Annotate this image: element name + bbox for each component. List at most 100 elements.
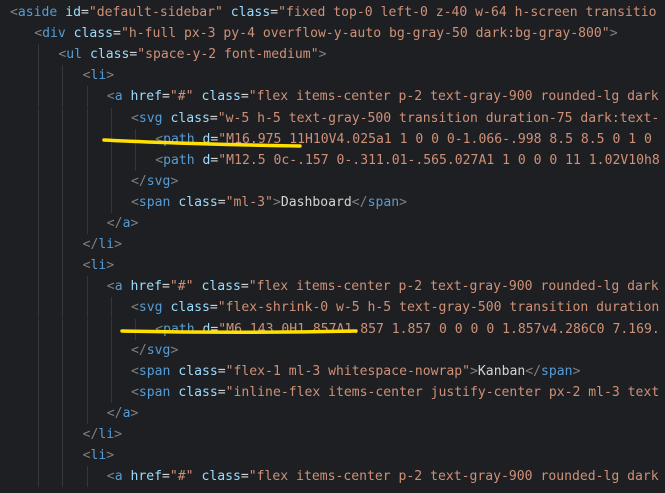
- code-token: >: [470, 363, 478, 379]
- code-line: </svg>: [0, 171, 665, 192]
- code-line: <span class="ml-3">Dashboard</span>: [0, 192, 665, 213]
- code-line: <path d="M16.975 11H10V4.025a1 1 0 0 0-1…: [0, 129, 665, 150]
- code-token: "h-full px-3 py-4 overflow-y-auto bg-gra…: [120, 26, 610, 42]
- code-line: </a>: [0, 403, 665, 424]
- code-token: =: [217, 384, 226, 400]
- code-token: >: [609, 26, 618, 42]
- code-line: <path d="M6.143 0H1.857A1.857 1.857 0 0 …: [0, 319, 665, 340]
- code-line: <div class="h-full px-3 py-4 overflow-y-…: [0, 23, 665, 44]
- code-line: <ul class="space-y-2 font-medium">: [0, 44, 665, 65]
- code-token: >: [170, 173, 179, 189]
- code-line: </a>: [0, 213, 665, 234]
- code-token: <: [106, 89, 115, 105]
- code-token: Kanban: [477, 363, 526, 379]
- code-token: </: [106, 405, 123, 421]
- code-token: "inline-flex items-center justify-center…: [225, 384, 660, 400]
- code-line: <svg class="flex-shrink-0 w-5 h-5 text-g…: [0, 297, 665, 318]
- code-token: aside: [17, 5, 58, 20]
- code-token: class: [178, 194, 218, 210]
- code-line: <a href="#" class="flex items-center p-2…: [0, 86, 665, 107]
- code-token: span: [138, 363, 171, 379]
- code-token: <: [131, 384, 139, 400]
- code-token: =: [113, 26, 121, 42]
- code-token: href: [130, 89, 163, 105]
- code-line: <li>: [0, 255, 665, 276]
- code-token: path: [163, 321, 195, 337]
- code-token: class: [89, 47, 130, 63]
- code-token: li: [98, 237, 115, 253]
- code-token: "#": [169, 89, 194, 105]
- code-token: ul: [66, 47, 83, 63]
- code-token: span: [138, 384, 171, 400]
- code-token: =: [162, 89, 170, 105]
- code-token: class: [201, 89, 241, 105]
- code-editor[interactable]: <aside id="default-sidebar" class="fixed…: [0, 0, 665, 493]
- code-token: "default-sidebar": [88, 5, 223, 20]
- code-token: "flex-shrink-0 w-5 h-5 text-gray-500 tra…: [217, 300, 660, 316]
- code-token: =: [162, 469, 170, 485]
- code-token: "#": [169, 279, 194, 295]
- code-token: div: [42, 26, 66, 42]
- code-token: =: [209, 110, 218, 126]
- code-token: "ml-3": [225, 194, 273, 210]
- code-token: =: [217, 194, 226, 210]
- code-token: </: [106, 216, 123, 231]
- code-token: "fixed top-0 left-0 z-40 w-64 h-screen t…: [278, 5, 657, 20]
- code-token: =: [240, 469, 249, 485]
- code-token: "space-y-2 font-medium": [137, 47, 319, 63]
- code-token: >: [130, 405, 139, 421]
- code-token: li: [90, 68, 107, 84]
- code-token: class: [201, 279, 241, 295]
- code-line: </li>: [0, 424, 665, 445]
- code-token: "M6.143 0H1.857A1.857 1.857 0 0 0 0 1.85…: [218, 321, 660, 337]
- code-token: li: [90, 258, 107, 274]
- code-token: class: [170, 110, 210, 126]
- code-token: <: [131, 300, 139, 316]
- code-line: <li>: [0, 65, 665, 86]
- code-token: >: [272, 194, 281, 210]
- code-line: <aside id="default-sidebar" class="fixed…: [0, 2, 665, 23]
- code-token: href: [130, 279, 163, 295]
- code-token: "flex items-center p-2 text-gray-900 rou…: [248, 89, 659, 105]
- code-token: class: [178, 363, 218, 379]
- code-token: =: [80, 5, 89, 20]
- code-token: "#": [169, 469, 194, 485]
- code-token: svg: [146, 342, 171, 358]
- code-token: span: [541, 363, 573, 379]
- code-line: </li>: [0, 234, 665, 255]
- code-token: <: [131, 194, 139, 210]
- code-token: </: [351, 194, 368, 210]
- code-line: <span class="flex-1 ml-3 whitespace-nowr…: [0, 361, 665, 382]
- code-token: =: [162, 279, 170, 295]
- code-token: <: [106, 469, 115, 485]
- code-token: "flex items-center p-2 text-gray-900 rou…: [248, 279, 659, 295]
- code-line: <li>: [0, 445, 665, 466]
- code-token: >: [318, 47, 327, 63]
- code-token: a: [114, 279, 123, 295]
- code-token: href: [130, 469, 163, 485]
- code-token: </: [82, 427, 99, 442]
- code-token: path: [163, 131, 195, 147]
- code-token: </: [525, 363, 542, 379]
- code-token: "M16.975 11H10V4.025a1 1 0 0 0-1.066-.99…: [218, 131, 652, 147]
- code-token: <: [131, 110, 139, 126]
- code-token: </: [131, 342, 147, 358]
- code-token: <: [34, 26, 43, 42]
- code-token: "w-5 h-5 text-gray-500 transition durati…: [217, 110, 660, 126]
- code-token: >: [114, 237, 123, 253]
- code-token: =: [240, 279, 249, 295]
- code-line: <a href="#" class="flex items-center p-2…: [0, 466, 665, 487]
- code-token: >: [106, 258, 115, 274]
- code-line: <path d="M12.5 0c-.157 0-.311.01-.565.02…: [0, 150, 665, 171]
- code-token: id: [65, 5, 81, 20]
- code-token: =: [240, 89, 249, 105]
- code-token: class: [230, 5, 271, 20]
- code-token: >: [399, 194, 408, 210]
- code-token: svg: [138, 110, 163, 126]
- code-token: </: [131, 173, 147, 189]
- code-token: >: [114, 427, 123, 442]
- code-token: <: [155, 131, 164, 147]
